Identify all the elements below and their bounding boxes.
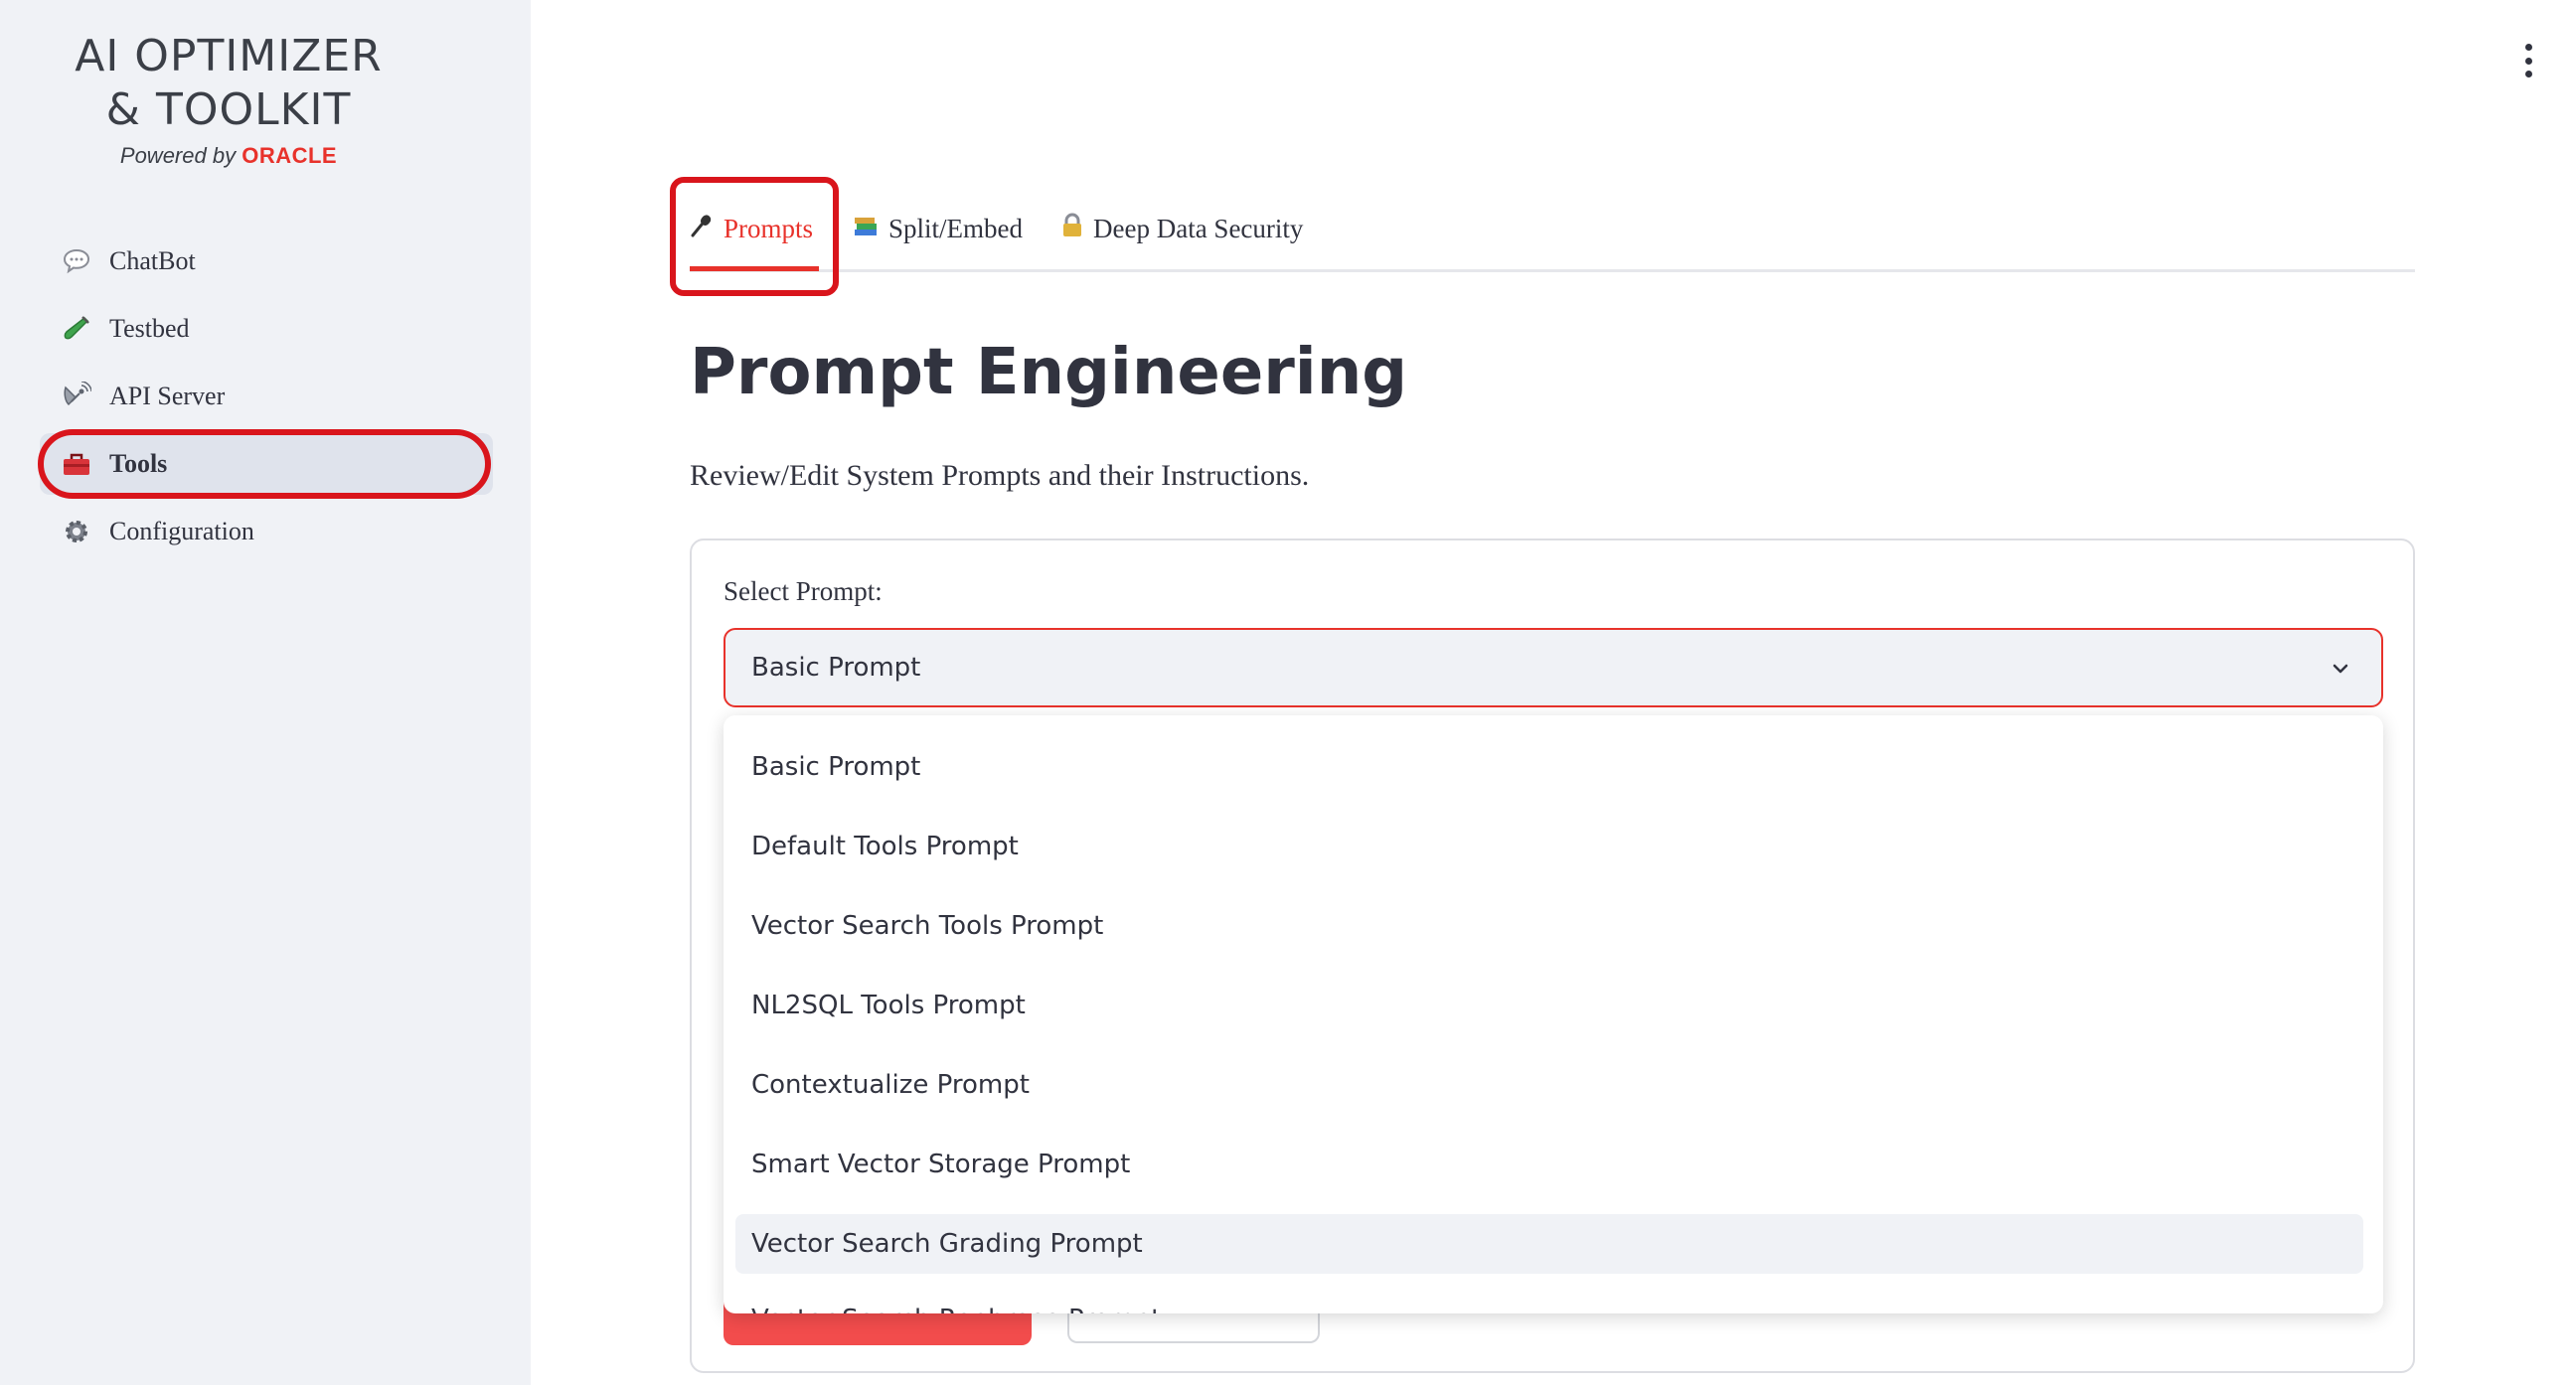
kebab-dot (2524, 71, 2532, 77)
main-content: Prompts Split/Embed Deep Data Security P… (670, 0, 2415, 1385)
satellite-icon (60, 380, 93, 413)
tab-label: Deep Data Security (1093, 213, 1304, 243)
dropdown-option-hovered[interactable]: Vector Search Grading Prompt (735, 1214, 2363, 1274)
dropdown-option[interactable]: NL2SQL Tools Prompt (735, 976, 2363, 1035)
gear-icon (60, 515, 93, 548)
tab-prompts[interactable]: Prompts (670, 177, 839, 296)
logo-line-2: & TOOLKIT (105, 84, 352, 135)
books-icon (853, 214, 879, 244)
dropdown-option[interactable]: Contextualize Prompt (735, 1055, 2363, 1115)
sidebar-item-label: Configuration (109, 517, 254, 545)
dropdown-option[interactable]: Vector Search Tools Prompt (735, 896, 2363, 956)
chevron-down-icon (2333, 664, 2348, 674)
sidebar-item-testbed[interactable]: Testbed (40, 298, 493, 360)
prompt-dropdown-list: Basic Prompt Default Tools Prompt Vector… (724, 715, 2383, 1313)
main-menu-kebab-icon[interactable] (2520, 44, 2536, 77)
tab-split-embed[interactable]: Split/Embed (853, 199, 1023, 258)
dropdown-option[interactable]: Vector Search Rephrase Prompt (735, 1290, 2363, 1313)
sidebar-item-chatbot[interactable]: ChatBot (40, 231, 493, 292)
dropdown-option[interactable]: Basic Prompt (735, 737, 2363, 797)
toolbox-icon (60, 447, 93, 481)
sidebar-item-label: Tools (109, 449, 168, 478)
sidebar-nav: ChatBot Testbed API Server Tools Configu… (38, 231, 493, 568)
prompt-select-value: Basic Prompt (751, 653, 921, 683)
sidebar-item-configuration[interactable]: Configuration (40, 501, 493, 562)
powered-by-text: Powered by (119, 143, 237, 168)
sidebar-item-label: ChatBot (109, 246, 196, 275)
kebab-dot (2524, 44, 2532, 51)
app-logo: AI OPTIMIZER & TOOLKIT Powered by ORACLE (40, 30, 417, 169)
tab-deep-data-security[interactable]: Deep Data Security (1061, 199, 1303, 258)
oracle-brand: ORACLE (242, 143, 338, 168)
sidebar-item-label: Testbed (109, 314, 190, 343)
select-prompt-label: Select Prompt: (724, 576, 883, 606)
tab-highlight-outline (670, 177, 839, 296)
prompt-select[interactable]: Basic Prompt (724, 628, 2383, 707)
speech-bubble-icon (60, 244, 93, 278)
page-subtitle: Review/Edit System Prompts and their Ins… (690, 459, 1310, 492)
lock-icon (1061, 213, 1083, 245)
sidebar-item-api-server[interactable]: API Server (40, 366, 493, 427)
kebab-dot (2524, 57, 2532, 65)
powered-by: Powered by ORACLE (40, 143, 417, 169)
dropdown-option[interactable]: Default Tools Prompt (735, 817, 2363, 876)
sidebar-item-tools[interactable]: Tools (38, 429, 493, 499)
tab-bar: Prompts Split/Embed Deep Data Security (670, 177, 2415, 296)
dropdown-option[interactable]: Smart Vector Storage Prompt (735, 1135, 2363, 1194)
tab-label: Split/Embed (888, 213, 1023, 243)
sidebar-item-label: API Server (109, 382, 226, 410)
page-title: Prompt Engineering (690, 336, 1408, 409)
sidebar: AI OPTIMIZER & TOOLKIT Powered by ORACLE… (0, 0, 531, 1385)
logo-line-1: AI OPTIMIZER (75, 31, 383, 81)
test-tube-icon (60, 312, 93, 346)
prompt-panel: Select Prompt: Basic Prompt Basic Prompt… (690, 539, 2415, 1373)
